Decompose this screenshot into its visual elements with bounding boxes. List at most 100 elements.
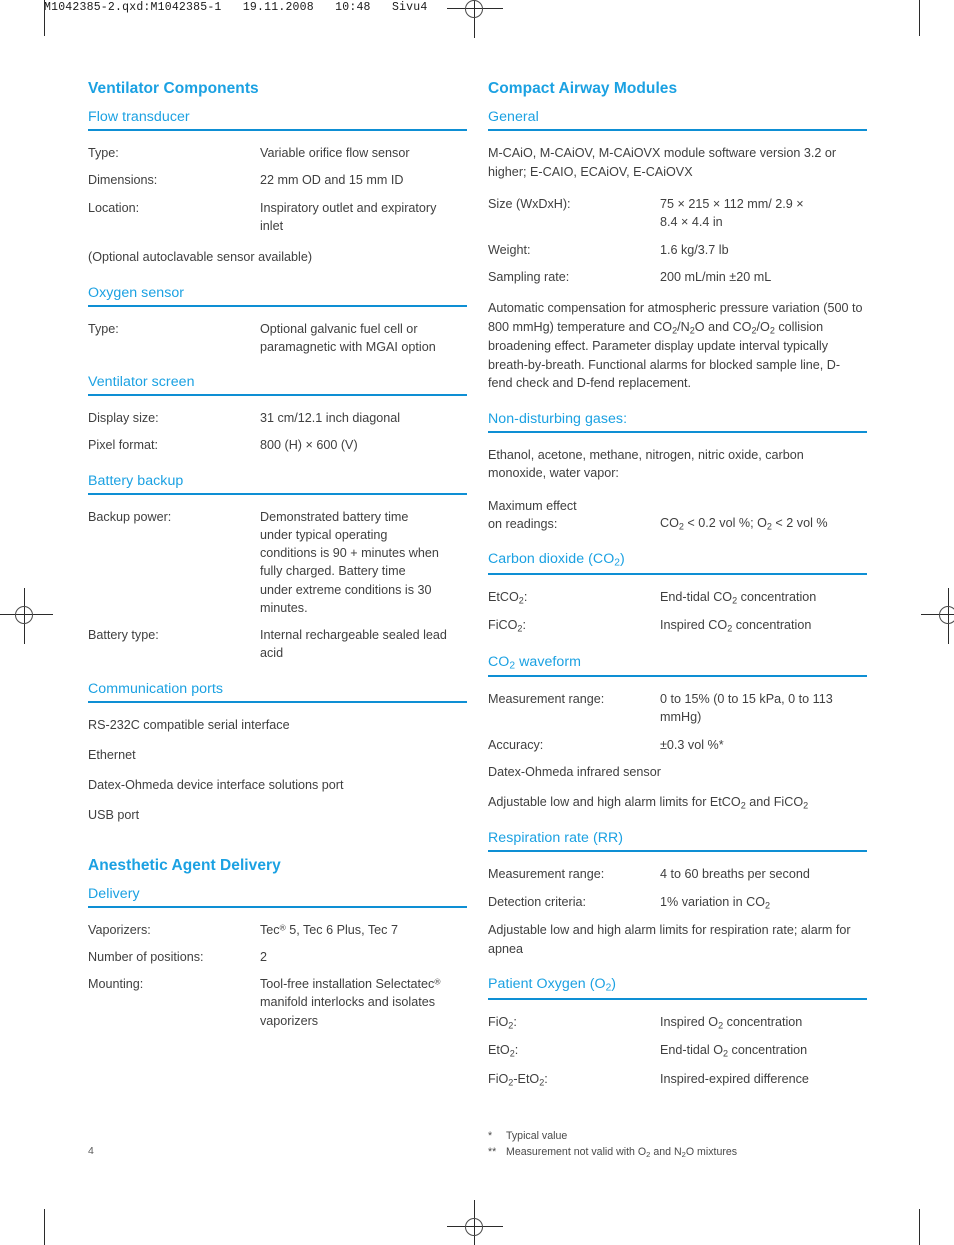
footnote-marker: ** <box>488 1146 497 1159</box>
spec-value: Tool-free installation Selectatec® manif… <box>260 976 441 1028</box>
general-paragraph: Automatic compensation for atmospheric p… <box>488 301 863 391</box>
subsection-heading: Ventilator screen <box>88 374 195 390</box>
spec-label: Display size: <box>88 411 159 425</box>
spec-row: Display size: 31 cm/12.1 inch diagonal <box>88 409 467 427</box>
spec-row: FiCO2: Inspired CO2 concentration <box>488 616 867 635</box>
spec-row: Sampling rate: 200 mL/min ±20 mL <box>488 268 867 286</box>
heading-rule <box>488 129 867 131</box>
spec-label: Detection criteria: <box>488 894 586 909</box>
note-line: (Optional autoclavable sensor available) <box>88 250 313 264</box>
spec-value: End-tidal O2 concentration <box>660 1043 808 1059</box>
spec-row: Number of positions: 2 <box>88 948 467 966</box>
subsection-patient-oxygen: Patient Oxygen (O2) FiO2: Inspired O2 co… <box>488 976 867 1089</box>
spec-row: Type: Optional galvanic fuel cell or par… <box>88 320 467 357</box>
subsection-heading: Respiration rate (RR) <box>488 830 624 847</box>
note-line: Datex-Ohmeda infrared sensor <box>488 764 661 779</box>
subsection-heading: Delivery <box>88 885 140 902</box>
registration-mark-left-icon <box>0 588 53 644</box>
registration-mark-top-icon <box>447 0 503 38</box>
heading-rule <box>488 572 867 575</box>
note-line: USB port <box>88 808 140 823</box>
spec-row: EtO2: End-tidal O2 concentration <box>488 1041 867 1060</box>
subsection-heading: General <box>488 109 539 125</box>
spec-label: Maximum effect on readings: <box>488 497 660 534</box>
spec-row: Measurement range: 4 to 60 breaths per s… <box>488 865 867 883</box>
spec-value: Internal rechargeable sealed lead acid <box>260 628 447 661</box>
heading-rule <box>88 129 467 131</box>
heading-rule <box>88 700 467 703</box>
spec-value: ±0.3 vol %* <box>660 737 724 752</box>
spec-label: Battery type: <box>88 628 159 642</box>
heading-rule <box>88 394 467 396</box>
spec-row: Backup power: Demonstrated battery time … <box>88 508 467 618</box>
spec-value: 2 <box>260 949 268 964</box>
spec-row: Maximum effect on readings: CO2 < 0.2 vo… <box>488 497 867 534</box>
spec-label: Measurement range: <box>488 867 605 882</box>
heading-rule <box>488 430 867 433</box>
spec-row: FiO2: Inspired O2 concentration <box>488 1013 867 1032</box>
spec-value: 1.6 kg/3.7 lb <box>660 242 729 257</box>
spec-value: 200 mL/min ±20 mL <box>660 269 772 284</box>
spec-label: Number of positions: <box>88 949 204 964</box>
spec-value: 800 (H) × 600 (V) <box>260 438 358 453</box>
page-number: 4 <box>88 1145 94 1157</box>
spec-row: Weight: 1.6 kg/3.7 lb <box>488 241 867 259</box>
spec-label: Location: <box>88 200 140 215</box>
subsection-heading: Flow transducer <box>88 109 190 125</box>
spec-label-line2: on readings: <box>488 516 558 531</box>
spec-label: EtO2: <box>488 1043 519 1059</box>
subsection-heading: Non-disturbing gases: <box>488 410 628 427</box>
spec-label: FiO2: <box>488 1014 517 1030</box>
registration-mark-bottom-icon <box>447 1200 503 1245</box>
spec-label: Sampling rate: <box>488 269 570 284</box>
spec-label: EtCO2: <box>488 589 528 605</box>
subsection-oxygen-sensor: Oxygen sensor Type: Optional galvanic fu… <box>88 285 467 357</box>
spec-value: Optional galvanic fuel cell or paramagne… <box>260 321 436 354</box>
spec-row: Pixel format: 800 (H) × 600 (V) <box>88 436 467 454</box>
spec-value: 4 to 60 breaths per second <box>660 867 810 882</box>
document-page: M1042385-2.qxd:M1042385-1 19.11.2008 10:… <box>0 0 954 1245</box>
spec-row: Accuracy: ±0.3 vol %* <box>488 736 867 754</box>
subsection-co2-waveform: CO2 waveform Measurement range: 0 to 15%… <box>488 654 867 813</box>
heading-rule <box>488 997 867 1000</box>
subsection-communication-ports: Communication ports RS-232C compatible s… <box>88 681 467 825</box>
footnote-text: Measurement not valid with O2 and N2O mi… <box>506 1146 738 1159</box>
spec-value: CO2 < 0.2 vol %; O2 < 2 vol % <box>660 515 828 531</box>
note-line: Ethernet <box>88 747 136 762</box>
trim-line-bottom-left <box>44 1209 45 1245</box>
footnote-item: * Typical value <box>488 1128 888 1144</box>
subsection-flow-transducer: Flow transducer Type: Variable orifice f… <box>88 109 467 267</box>
left-column: Ventilator Components Flow transducer Ty… <box>88 80 467 1048</box>
right-column: Compact Airway Modules General M-CAiO, M… <box>488 80 867 1107</box>
subsection-general: General M-CAiO, M-CAiOV, M-CAiOVX module… <box>488 109 867 393</box>
spec-label: Pixel format: <box>88 438 158 453</box>
spec-row: Dimensions: 22 mm OD and 15 mm ID <box>88 171 467 189</box>
spec-value: 1% variation in CO2 <box>660 894 771 910</box>
note-line: Datex-Ohmeda device interface solutions … <box>88 778 344 792</box>
spec-value: 75 × 215 × 112 mm/ 2.9 × 8.4 × 4.4 in <box>660 197 804 230</box>
subsection-heading: Battery backup <box>88 472 184 489</box>
spec-value: Inspired O2 concentration <box>660 1014 803 1030</box>
subsection-heading: CO2 waveform <box>488 653 582 672</box>
spec-value: Variable orifice flow sensor <box>260 146 410 160</box>
spec-label: Accuracy: <box>488 737 544 752</box>
note-line: Adjustable low and high alarm limits for… <box>488 795 809 811</box>
heading-rule <box>488 675 867 678</box>
spec-value: Inspired-expired difference <box>660 1071 809 1086</box>
spec-row: Type: Variable orifice flow sensor <box>88 144 467 162</box>
spec-row: Detection criteria: 1% variation in CO2 <box>488 893 867 912</box>
spec-row: Location: Inspiratory outlet and expirat… <box>88 199 467 236</box>
spec-value: Demonstrated battery time under typical … <box>260 509 439 615</box>
subsection-heading: Patient Oxygen (O2) <box>488 976 617 994</box>
subsection-battery-backup: Battery backup Backup power: Demonstrate… <box>88 473 467 663</box>
subsection-heading: Oxygen sensor <box>88 284 185 301</box>
subsection-carbon-dioxide: Carbon dioxide (CO2) EtCO2: End-tidal CO… <box>488 551 867 635</box>
spec-value: 22 mm OD and 15 mm ID <box>260 173 404 188</box>
footnote-item: ** Measurement not valid with O2 and N2O… <box>488 1144 888 1160</box>
spec-label: Measurement range: <box>488 692 605 707</box>
subsection-heading: Communication ports <box>88 680 223 697</box>
spec-row: Measurement range: 0 to 15% (0 to 15 kPa… <box>488 690 867 727</box>
heading-rule <box>488 850 867 853</box>
non-disturbing-intro: Ethanol, acetone, methane, nitrogen, nit… <box>488 447 804 481</box>
subsection-heading: Carbon dioxide (CO2) <box>488 551 625 569</box>
